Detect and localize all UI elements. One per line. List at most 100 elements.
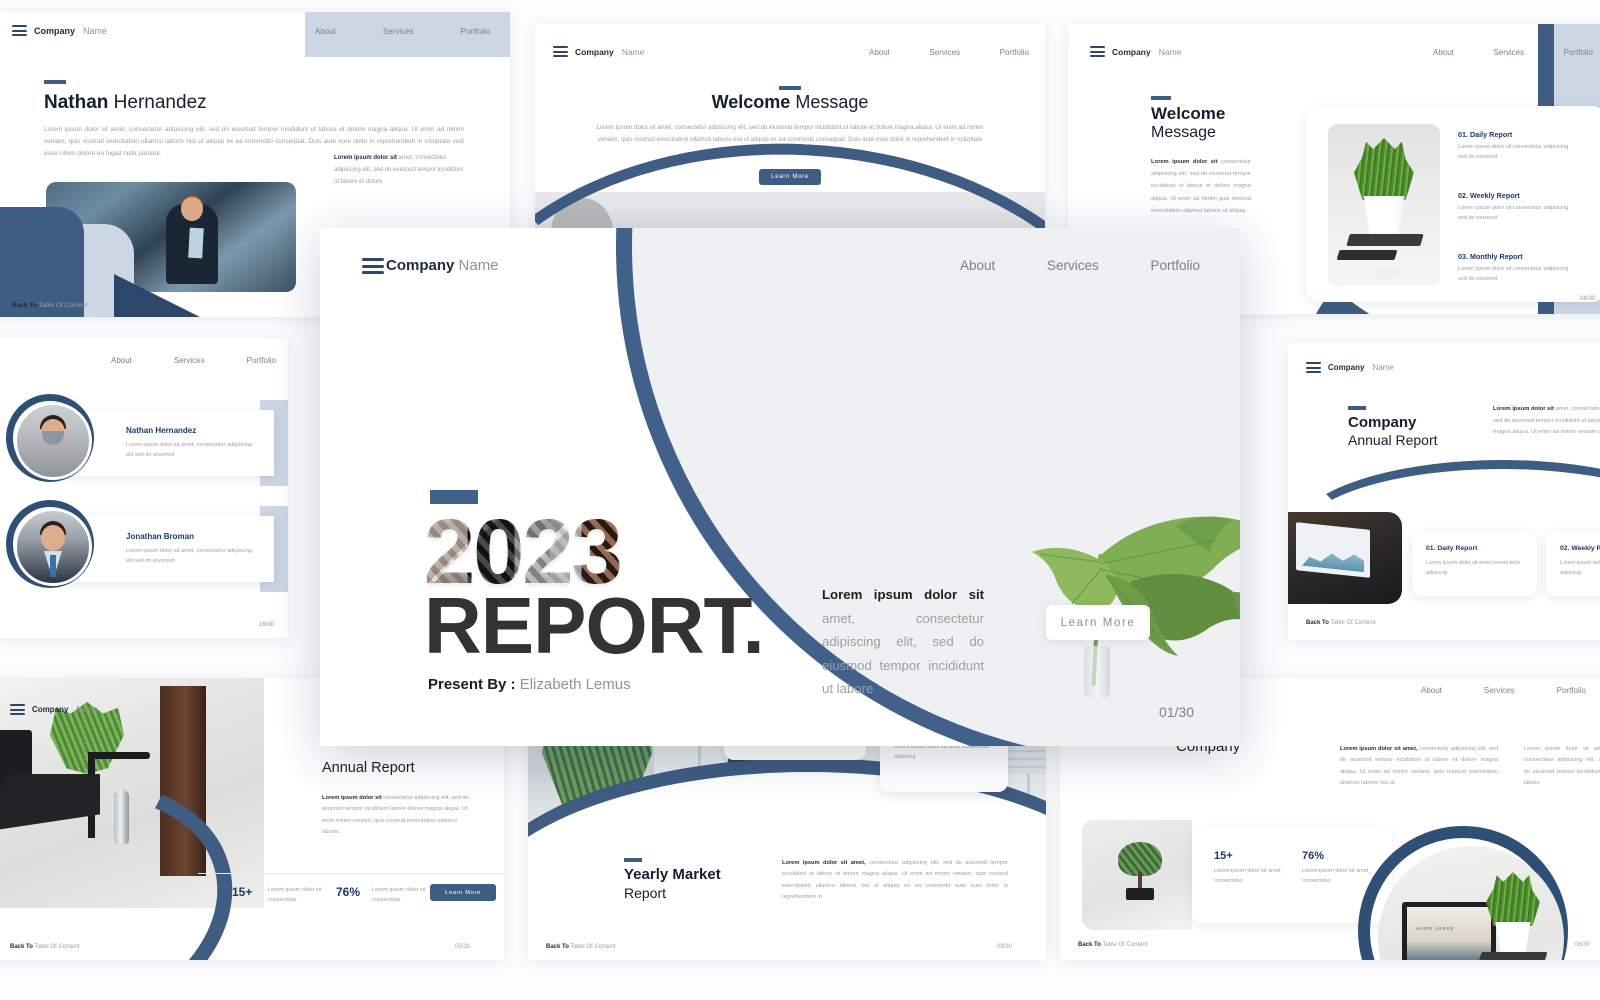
slide-nav[interactable]: About Services Portfolio [111, 356, 276, 365]
nav-portfolio[interactable]: Portfolio [1557, 686, 1586, 695]
reports-card: 01. Daily Report Lorem ipsum dolor sit c… [1306, 106, 1600, 302]
hamburger-icon[interactable] [1090, 46, 1105, 57]
brand-logo[interactable]: Company Name [12, 25, 107, 36]
nav-about[interactable]: About [1421, 686, 1442, 695]
brand-logo[interactable]: Company Name [386, 257, 499, 274]
back-to-toc[interactable]: Back To Table Of Content [546, 944, 616, 950]
brand-bold: Company [1112, 46, 1151, 57]
main-nav[interactable]: About Services Portfolio [960, 258, 1200, 273]
brand-bold: Company [386, 257, 455, 274]
brand-light: Name [1372, 363, 1394, 372]
stat-number: 15+ [232, 885, 253, 899]
body-paragraph-1: Lorem ipsum dolor sit amet, consectetur … [1340, 746, 1498, 787]
nav-services[interactable]: Services [1047, 258, 1099, 273]
nav-portfolio[interactable]: Portfolio [461, 27, 490, 36]
brand-light: Name [83, 25, 108, 36]
report-item[interactable]: 01. Daily Report Lorem ipsum dolor sit c… [1458, 130, 1578, 162]
hamburger-icon[interactable] [12, 25, 27, 36]
main-paragraph: Lorem ipsum dolor sit amet, consectetur … [822, 583, 984, 701]
nav-services[interactable]: Services [174, 356, 205, 365]
stat-text: Lorem ipsum dolor sit amet, consectetur [1214, 868, 1282, 884]
stat-item: 76% Lorem ipsum dolor sit consectetur [336, 883, 425, 903]
nav-services[interactable]: Services [1493, 48, 1524, 57]
learn-more-button[interactable]: Learn More [430, 884, 496, 901]
avatar [14, 402, 92, 480]
brand-logo[interactable]: Company Name [10, 704, 98, 715]
slide-title-bold: Welcome [1151, 104, 1226, 123]
slide-team[interactable]: About Services Portfolio Nathan Hernande… [0, 338, 288, 638]
hamburger-icon[interactable] [10, 704, 25, 715]
brand-light: Name [458, 257, 499, 274]
nav-portfolio[interactable]: Portfolio [1000, 48, 1029, 57]
presenter-label: Present By : [428, 676, 516, 693]
nav-portfolio[interactable]: Portfolio [247, 356, 276, 365]
stat-item: 76% Lorem ipsum dolor sit amet, consecte… [1302, 850, 1378, 887]
nav-portfolio[interactable]: Portfolio [1150, 258, 1200, 273]
report-text: Lorem ipsum dolor sit consectetur adipis… [1458, 144, 1569, 161]
accent-bar [1348, 406, 1366, 410]
nav-portfolio[interactable]: Portfolio [1564, 48, 1593, 57]
report-card[interactable]: 01. Daily Report Lorem ipsum dolor sit a… [1412, 532, 1537, 596]
slide-nav[interactable]: About Services Portfolio [315, 27, 490, 36]
slide-nav[interactable]: About Services Portfolio [1421, 686, 1586, 695]
nav-services[interactable]: Services [383, 27, 414, 36]
brand-light: Name [76, 705, 98, 714]
stat-text: Lorem ipsum dolor sit consectetur [268, 887, 322, 904]
plant-photo [1328, 124, 1440, 286]
nav-about[interactable]: About [315, 27, 336, 36]
brand-bold: Company [575, 46, 614, 57]
slide-nav[interactable]: About Services Portfolio [869, 48, 1029, 57]
hamburger-icon[interactable] [362, 258, 384, 274]
member-name: Jonathan Broman [126, 532, 195, 541]
member-name: Nathan Hernandez [126, 426, 197, 435]
back-to-toc[interactable]: Back To Table Of Content [12, 302, 87, 309]
hamburger-icon[interactable] [553, 46, 568, 57]
divider [198, 873, 504, 874]
brand-logo[interactable]: Company Name [553, 46, 644, 57]
slide-title: Welcome Message [535, 92, 1045, 113]
main-slide-2023-report[interactable]: Company Name About Services Portfolio 20… [320, 228, 1240, 746]
slides-canvas: Company Name About Services Portfolio Nat… [0, 0, 1600, 1000]
slide-title-light: Annual Report [322, 760, 415, 776]
title-light: Hernandez [108, 92, 207, 113]
back-to-toc[interactable]: Back To Table Of Content [1078, 942, 1148, 948]
team-card[interactable]: Nathan Hernandez Lorem ipsum dolor sit a… [64, 410, 274, 476]
nav-services[interactable]: Services [929, 48, 960, 57]
stat-number: 76% [336, 885, 361, 899]
report-title: 01. Daily Report [1426, 545, 1478, 552]
slide-title-bold: Company [1348, 414, 1417, 431]
report-item[interactable]: 02. Weekly Report Lorem ipsum dolor sit … [1458, 191, 1578, 223]
slide-nav[interactable]: About Services Portfolio [1433, 48, 1593, 57]
report-item[interactable]: 03. Monthly Report Lorem ipsum dolor sit… [1458, 252, 1578, 284]
nav-services[interactable]: Services [1484, 686, 1515, 695]
brand-light: Name [1158, 46, 1182, 57]
report-title: 02. Weekly Report [1458, 191, 1520, 200]
report-card[interactable]: 02. Weekly Report Lorem ipsum dolor sit … [1546, 532, 1600, 596]
brand-logo[interactable]: Company Name [1090, 46, 1181, 57]
page-number: 05/30 [454, 944, 470, 950]
nav-about[interactable]: About [111, 356, 132, 365]
team-card[interactable]: Jonathan Broman Lorem ipsum dolor sit am… [64, 516, 274, 582]
page-title: REPORT. [424, 581, 765, 670]
nav-about[interactable]: About [869, 48, 890, 57]
back-to-toc[interactable]: Back To Table Of Content [10, 944, 80, 950]
slide-annual-report-right[interactable]: Company Name Company Annual Report Lorem … [1288, 342, 1600, 640]
stat-number: 76% [1302, 850, 1325, 862]
accent-bar [779, 86, 801, 90]
decor-shape-blue [0, 207, 84, 317]
stat-item: 15+ Lorem ipsum dolor sit amet, consecte… [1214, 850, 1290, 887]
report-title: 03. Monthly Report [1458, 252, 1523, 261]
page-number: 06/30 [1574, 942, 1590, 948]
back-to-toc[interactable]: Back To Table Of Content [1306, 620, 1376, 626]
learn-more-button[interactable]: Learn More [1046, 605, 1150, 640]
title-bold: Nathan [44, 92, 109, 113]
brand-logo[interactable]: Company Name [1306, 362, 1394, 373]
stat-text: Lorem ipsum dolor sit amet, consectetur [1302, 868, 1370, 884]
nav-about[interactable]: About [1433, 48, 1454, 57]
member-text: Lorem ipsum dolor sit amet, consectetur … [126, 548, 252, 565]
nav-about[interactable]: About [960, 258, 995, 273]
hamburger-icon[interactable] [1306, 362, 1321, 373]
report-text: Lorem ipsum dolor sit amet consectetur a… [1560, 560, 1600, 576]
stat-number: 15+ [1214, 850, 1233, 862]
accent-bar [1151, 96, 1171, 100]
